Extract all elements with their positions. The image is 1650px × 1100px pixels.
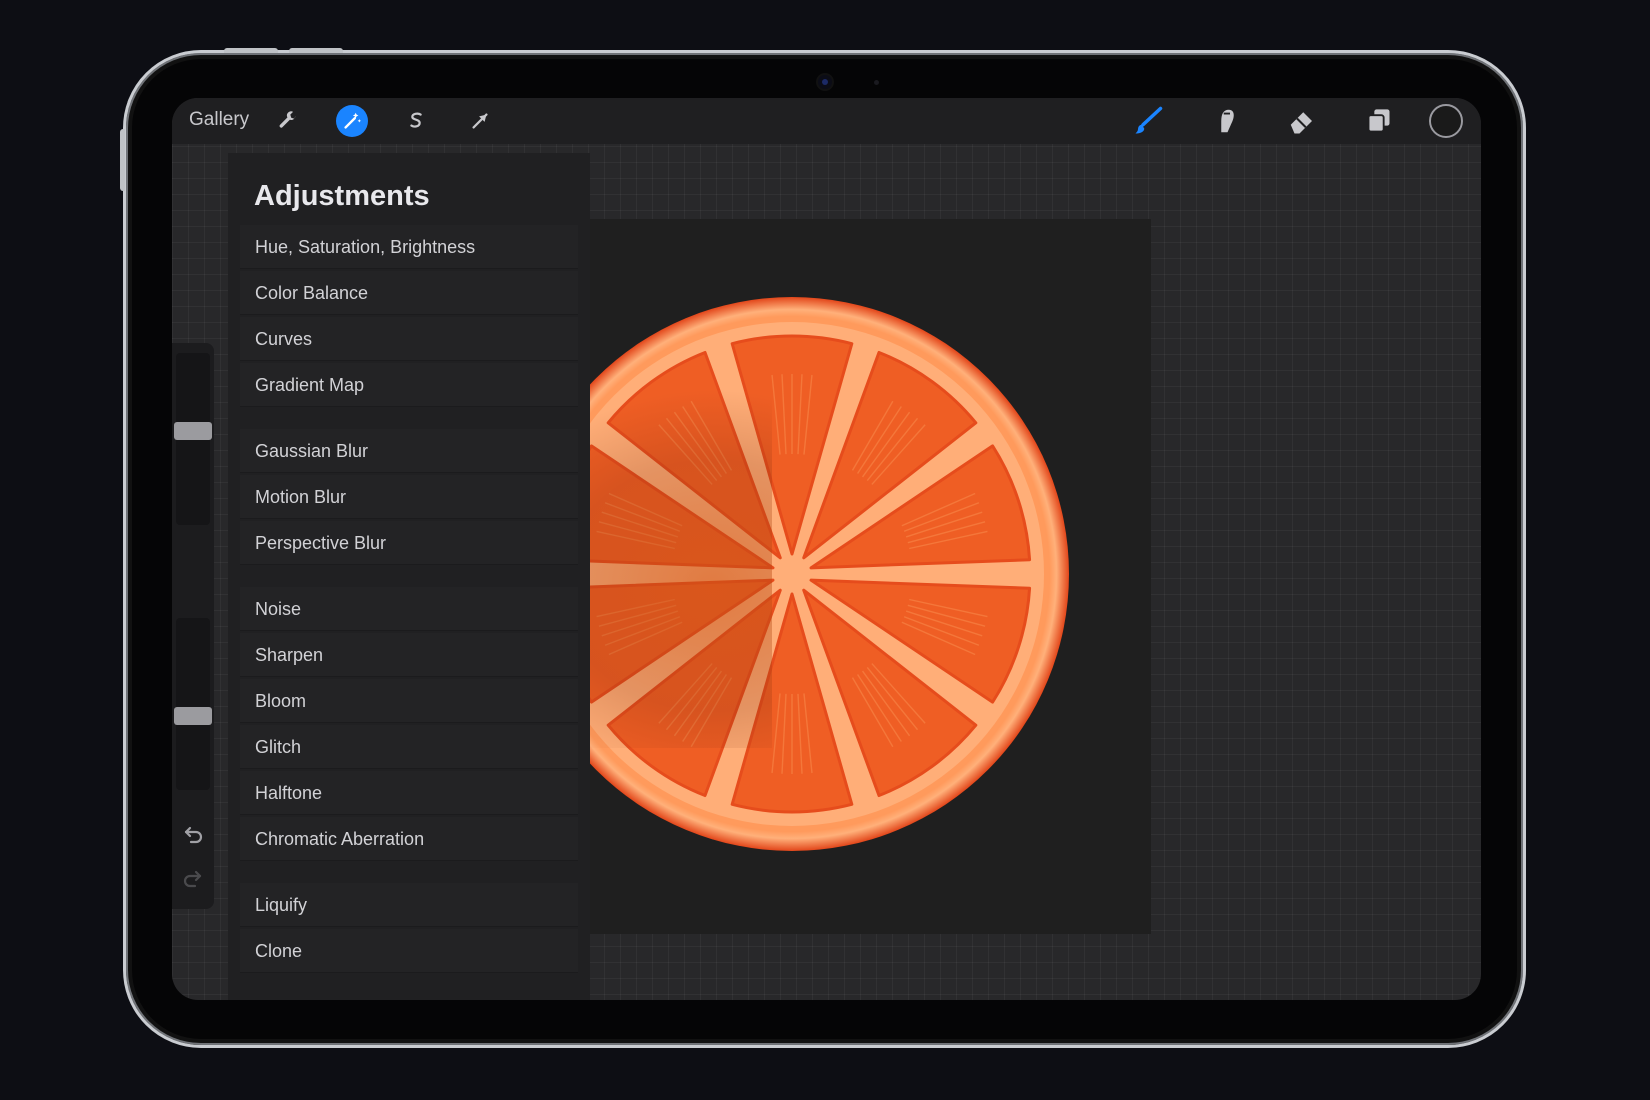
- gallery-button[interactable]: Gallery: [189, 109, 249, 131]
- transform-button[interactable]: [464, 105, 496, 137]
- adjustment-item-label: Bloom: [255, 691, 307, 711]
- brush-size-thumb[interactable]: [174, 422, 212, 441]
- adjustment-item-label: Sharpen: [255, 645, 324, 665]
- adjustment-item-label: Glitch: [255, 737, 302, 757]
- panel-title: Adjustments: [254, 180, 430, 212]
- adjustment-item[interactable]: Halftone: [240, 771, 578, 815]
- left-sidebar: [172, 343, 214, 909]
- volume-down-button: [289, 48, 343, 53]
- adjustment-item[interactable]: Motion Blur: [240, 475, 578, 519]
- adjustment-item[interactable]: Glitch: [240, 725, 578, 769]
- magic-wand-icon: [344, 112, 361, 129]
- sensor: [874, 80, 879, 85]
- adjustment-item-label: Noise: [255, 599, 302, 619]
- brush-icon: [1135, 106, 1163, 134]
- adjustment-item-label: Halftone: [255, 783, 323, 803]
- brush-size-slider[interactable]: [174, 353, 212, 525]
- adjustment-item[interactable]: Hue, Saturation, Brightness: [240, 225, 578, 269]
- adjustment-item[interactable]: Sharpen: [240, 633, 578, 677]
- adjustment-item[interactable]: Color Balance: [240, 271, 578, 315]
- adjustments-button[interactable]: [336, 105, 368, 137]
- adjustment-item[interactable]: Gaussian Blur: [240, 429, 578, 473]
- smudge-finger-icon: [1221, 109, 1234, 133]
- opacity-slider[interactable]: [174, 618, 212, 790]
- adjustment-item-label: Gradient Map: [255, 375, 365, 395]
- adjustment-item[interactable]: Noise: [240, 587, 578, 631]
- arrow-cursor-icon: [472, 113, 488, 129]
- adjustment-item[interactable]: Curves: [240, 317, 578, 361]
- top-button: [120, 129, 125, 191]
- opacity-thumb[interactable]: [174, 707, 212, 726]
- selection-button[interactable]: [400, 105, 432, 137]
- top-toolbar: Gallery: [172, 98, 1481, 144]
- eraser-icon: [1290, 112, 1312, 134]
- adjustment-item[interactable]: Chromatic Aberration: [240, 817, 578, 861]
- eraser-button[interactable]: [1282, 105, 1322, 137]
- redo-arrow-icon[interactable]: [181, 867, 205, 891]
- layers-icon: [1367, 109, 1390, 133]
- adjustment-item-label: Motion Blur: [255, 487, 347, 507]
- adjustment-item[interactable]: Clone: [240, 929, 578, 973]
- actions-button[interactable]: [272, 105, 304, 137]
- adjustment-item[interactable]: Bloom: [240, 679, 578, 723]
- color-well-icon[interactable]: [1429, 104, 1463, 138]
- adjustment-item-label: Chromatic Aberration: [255, 829, 425, 849]
- adjustment-item[interactable]: Perspective Blur: [240, 521, 578, 565]
- adjustment-item-label: Gaussian Blur: [255, 441, 369, 461]
- adjustments-panel: Adjustments Hue, Saturation, Brightness C…: [228, 153, 590, 1000]
- layers-button[interactable]: [1359, 105, 1399, 137]
- smudge-button[interactable]: [1205, 105, 1245, 137]
- adjustment-item[interactable]: Gradient Map: [240, 363, 578, 407]
- front-camera: [817, 75, 832, 89]
- adjustment-item-label: Clone: [255, 941, 303, 961]
- wrench-icon: [279, 111, 296, 128]
- adjustment-item-label: Perspective Blur: [255, 533, 387, 553]
- adjustment-item-label: Color Balance: [255, 283, 369, 303]
- brush-button[interactable]: [1128, 105, 1168, 137]
- undo-arrow-icon[interactable]: [181, 823, 205, 847]
- volume-up-button: [224, 48, 278, 53]
- adjustment-item-label: Hue, Saturation, Brightness: [255, 237, 476, 257]
- adjustment-item-label: Liquify: [255, 895, 308, 915]
- procreate-screen: Gallery Adjustments Hue, Saturation, Bri…: [172, 98, 1481, 1000]
- adjustment-item[interactable]: Liquify: [240, 883, 578, 927]
- selection-s-icon: [410, 112, 422, 128]
- adjustment-item-label: Curves: [255, 329, 313, 349]
